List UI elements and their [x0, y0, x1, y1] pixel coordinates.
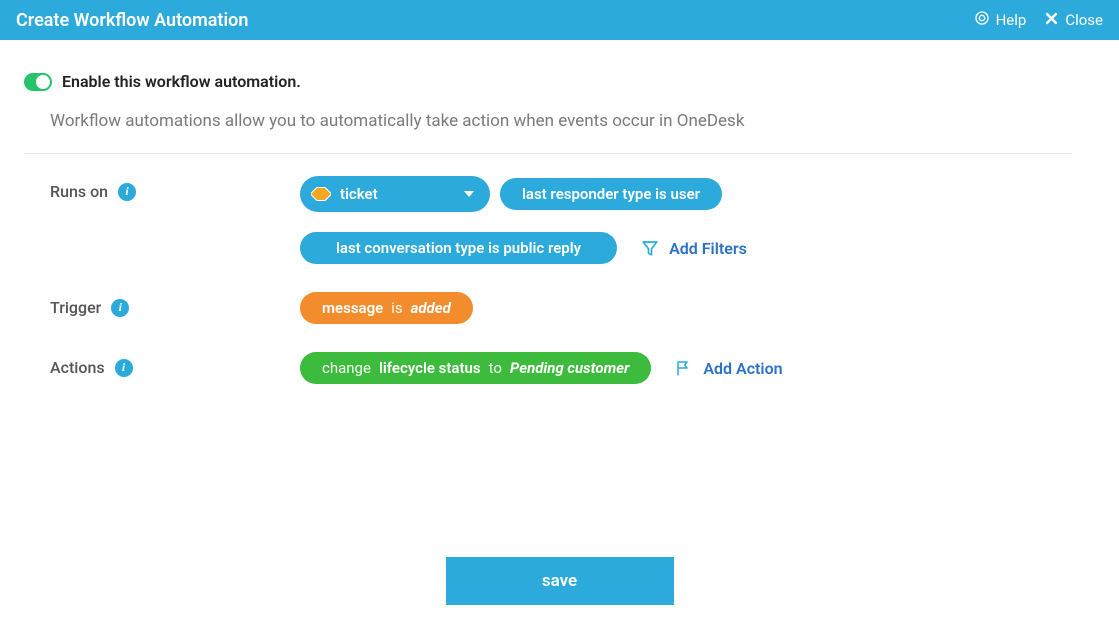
automation-description: Workflow automations allow you to automa…: [24, 111, 1071, 154]
trigger-subject: message: [322, 299, 383, 317]
save-row: save: [0, 557, 1119, 605]
modal-header: Create Workflow Automation Help Close: [0, 0, 1119, 40]
runs-on-type-dropdown[interactable]: ticket: [300, 176, 490, 212]
modal-title: Create Workflow Automation: [16, 10, 248, 31]
filter-pill[interactable]: last conversation type is public reply: [300, 232, 617, 264]
trigger-pill[interactable]: message is added: [300, 292, 473, 324]
trigger-value: added: [411, 299, 451, 317]
close-button[interactable]: Close: [1044, 11, 1103, 30]
filter-pill-label: last responder type is user: [522, 185, 700, 203]
ticket-icon: [310, 183, 332, 205]
add-action-label: Add Action: [703, 359, 782, 378]
trigger-pills: message is added: [300, 292, 473, 324]
trigger-section: Trigger i message is added: [24, 270, 1071, 330]
save-button[interactable]: save: [446, 557, 674, 605]
flag-icon: [675, 359, 693, 377]
enable-row: Enable this workflow automation.: [24, 72, 1071, 91]
action-value: Pending customer: [510, 359, 629, 377]
trigger-label: Trigger: [50, 298, 101, 317]
info-icon[interactable]: i: [115, 359, 133, 377]
header-actions: Help Close: [974, 10, 1103, 30]
runs-on-label: Runs on: [50, 182, 108, 201]
runs-on-type-value: ticket: [340, 185, 378, 203]
action-to: to: [489, 359, 502, 377]
info-icon[interactable]: i: [118, 183, 136, 201]
action-pill[interactable]: change lifecycle status to Pending custo…: [300, 352, 651, 384]
trigger-label-wrap: Trigger i: [50, 292, 300, 317]
help-label: Help: [996, 11, 1027, 29]
filter-pill-label: last conversation type is public reply: [336, 239, 581, 257]
close-icon: [1044, 11, 1059, 30]
actions-label: Actions: [50, 358, 105, 377]
help-button[interactable]: Help: [974, 10, 1027, 30]
actions-pills: change lifecycle status to Pending custo…: [300, 352, 783, 384]
help-icon: [974, 10, 990, 30]
trigger-verb: is: [391, 299, 402, 317]
action-verb: change: [322, 359, 371, 377]
close-label: Close: [1065, 11, 1103, 29]
modal-content: Enable this workflow automation. Workflo…: [0, 40, 1119, 390]
add-action-button[interactable]: Add Action: [675, 359, 782, 378]
add-filters-button[interactable]: Add Filters: [641, 239, 747, 258]
info-icon[interactable]: i: [111, 299, 129, 317]
runs-on-label-wrap: Runs on i: [50, 176, 300, 201]
add-filters-label: Add Filters: [669, 239, 747, 258]
chevron-down-icon: [464, 191, 474, 197]
filter-icon: [641, 239, 659, 257]
filter-pill[interactable]: last responder type is user: [500, 178, 722, 210]
actions-label-wrap: Actions i: [50, 352, 300, 377]
actions-section: Actions i change lifecycle status to Pen…: [24, 330, 1071, 390]
runs-on-section: Runs on i ticket last responder type is …: [24, 154, 1071, 270]
toggle-knob: [36, 75, 50, 89]
enable-toggle[interactable]: [24, 73, 52, 91]
action-field: lifecycle status: [379, 359, 481, 377]
runs-on-pills: ticket last responder type is user last …: [300, 176, 1071, 264]
enable-label: Enable this workflow automation.: [62, 72, 301, 91]
